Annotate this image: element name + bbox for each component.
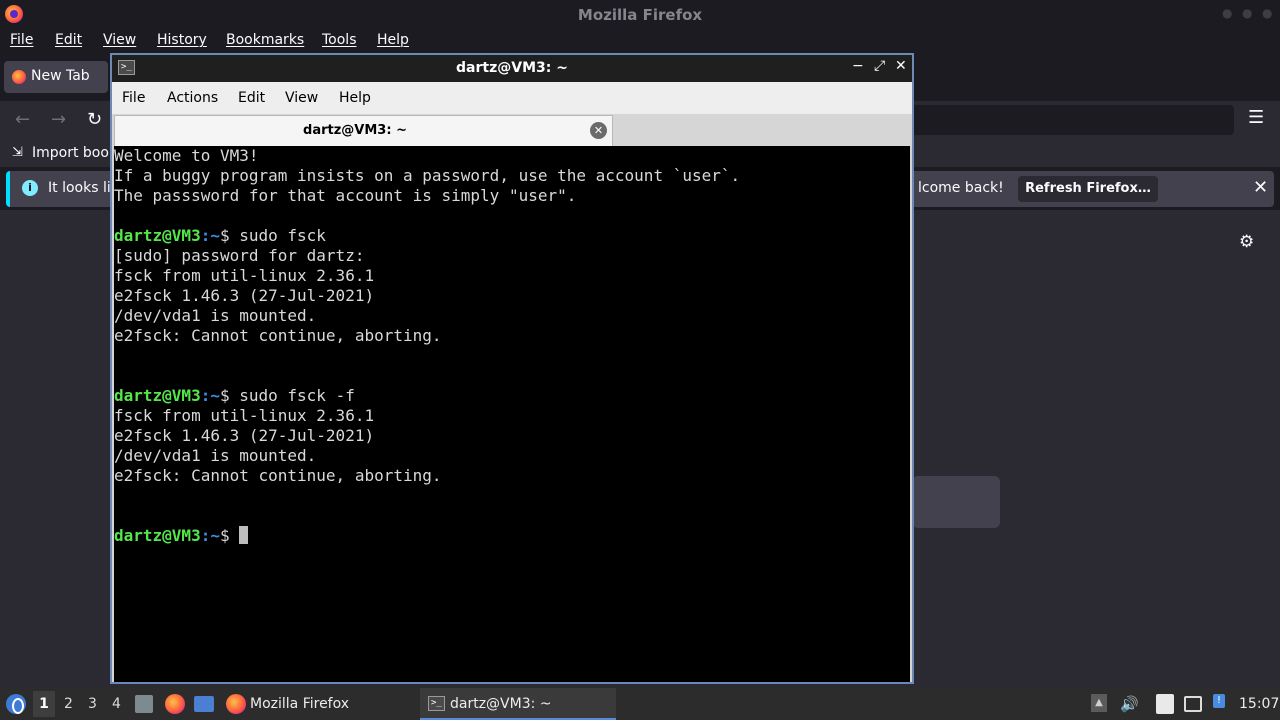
terminal-line: e2fsck 1.46.3 (27-Jul-2021) [114, 286, 375, 305]
menu-edit[interactable]: Edit [55, 32, 82, 48]
prompt-command: $ sudo fsck -f [219, 386, 355, 405]
gear-icon[interactable]: ⚙ [1239, 232, 1254, 252]
workspace-4[interactable]: 4 [112, 696, 121, 712]
firefox-icon[interactable] [165, 694, 185, 714]
file-manager-icon[interactable] [135, 695, 153, 713]
close-icon[interactable]: ✕ [1253, 177, 1268, 198]
workspace-1[interactable]: 1 [33, 691, 55, 717]
reload-icon[interactable]: ↻ [87, 109, 102, 130]
terminal-line: /dev/vda1 is mounted. [114, 446, 317, 465]
refresh-firefox-button[interactable]: Refresh Firefox… [1018, 176, 1158, 202]
terminal-menubar: File Actions Edit View Help [112, 82, 912, 114]
start-menu-icon[interactable] [6, 694, 26, 714]
maximize-icon[interactable]: ⤢ [874, 58, 885, 74]
prompt-command: $ sudo fsck [219, 226, 326, 245]
prompt-user: dartz@VM3 [114, 226, 201, 245]
terminal-line: e2fsck: Cannot continue, aborting. [114, 466, 442, 485]
back-arrow-icon[interactable]: ← [15, 109, 30, 130]
notice-text: It looks lik [48, 180, 119, 196]
menu-help[interactable]: Help [377, 32, 409, 48]
terminal-tabbar: dartz@VM3: ~ ✕ [112, 114, 912, 146]
menu-view[interactable]: View [285, 90, 318, 106]
terminal-line: The passsword for that account is simply… [114, 186, 577, 205]
terminal-screen[interactable]: Welcome to VM3! If a buggy program insist… [114, 146, 910, 682]
notice-welcome-text: lcome back! [918, 180, 1004, 196]
menu-history[interactable]: History [157, 32, 207, 48]
terminal-line: Welcome to VM3! [114, 146, 259, 165]
prompt-path: :~ [200, 526, 220, 545]
notification-icon[interactable]: ! [1213, 694, 1225, 708]
terminal-prompt-line: dartz@VM3:~$ sudo fsck [114, 226, 910, 246]
terminal-line: /dev/vda1 is mounted. [114, 306, 317, 325]
terminal-line: fsck from util-linux 2.36.1 [114, 266, 375, 285]
task-firefox[interactable]: Mozilla Firefox [222, 688, 392, 720]
tab-label: New Tab [31, 68, 90, 84]
url-bar[interactable] [910, 105, 1234, 135]
task-label: dartz@VM3: ~ [450, 696, 552, 712]
menu-tools[interactable]: Tools [322, 32, 357, 48]
menu-file[interactable]: File [122, 90, 145, 106]
import-icon: ⇲ [12, 145, 23, 160]
terminal-tab[interactable]: dartz@VM3: ~ ✕ [114, 115, 613, 146]
terminal-icon: >_ [428, 696, 445, 711]
close-icon[interactable]: ● [1262, 6, 1272, 20]
firefox-menubar: File Edit View History Bookmarks Tools H… [0, 30, 1280, 53]
menu-edit[interactable]: Edit [238, 90, 265, 106]
search-box[interactable] [912, 476, 1000, 528]
forward-arrow-icon[interactable]: → [51, 109, 66, 130]
firefox-window-title: Mozilla Firefox [577, 6, 703, 24]
terminal-line: e2fsck: Cannot continue, aborting. [114, 326, 442, 345]
text-cursor [239, 526, 249, 544]
hamburger-menu-icon[interactable]: ☰ [1248, 107, 1264, 128]
firefox-icon [226, 694, 246, 714]
import-bookmarks-link[interactable]: Import book [32, 145, 117, 161]
clock[interactable]: 15:07 [1239, 696, 1279, 712]
menu-view[interactable]: View [103, 32, 136, 48]
workspace-3[interactable]: 3 [88, 696, 97, 712]
prompt-user: dartz@VM3 [114, 526, 201, 545]
network-icon[interactable] [1184, 696, 1202, 712]
terminal-line: fsck from util-linux 2.36.1 [114, 406, 375, 425]
menu-actions[interactable]: Actions [167, 90, 218, 106]
firefox-tab-icon [12, 70, 26, 84]
terminal-prompt-line: dartz@VM3:~$ sudo fsck -f [114, 386, 910, 406]
menu-bookmarks[interactable]: Bookmarks [226, 32, 304, 48]
terminal-tab-label: dartz@VM3: ~ [303, 123, 407, 138]
close-icon[interactable]: ✕ [590, 122, 607, 139]
prompt-user: dartz@VM3 [114, 386, 201, 405]
volume-icon[interactable]: 🔊 [1120, 695, 1139, 713]
terminal-line: [sudo] password for dartz: [114, 246, 365, 265]
firefox-titlebar: Mozilla Firefox ● ● ● [0, 0, 1280, 30]
prompt-command: $ [219, 526, 240, 545]
terminal-prompt-line: dartz@VM3:~$ [114, 526, 910, 546]
minimize-icon[interactable]: ● [1222, 6, 1232, 20]
terminal-line: If a buggy program insists on a password… [114, 166, 741, 185]
minimize-icon[interactable]: − [852, 58, 864, 74]
terminal-titlebar[interactable]: >_ dartz@VM3: ~ − ⤢ ✕ [112, 55, 912, 82]
tray-expand-icon[interactable]: ▲ [1091, 694, 1107, 712]
info-icon: i [22, 180, 38, 196]
task-label: Mozilla Firefox [250, 696, 350, 712]
taskbar: 1 2 3 4 Mozilla Firefox >_ dartz@VM3: ~ … [0, 688, 1280, 720]
clipboard-icon[interactable] [1156, 694, 1174, 714]
maximize-icon[interactable]: ● [1242, 6, 1252, 20]
prompt-path: :~ [200, 386, 220, 405]
close-icon[interactable]: ✕ [895, 58, 907, 74]
terminal-window: >_ dartz@VM3: ~ − ⤢ ✕ File Actions Edit … [110, 53, 914, 684]
menu-file[interactable]: File [10, 32, 33, 48]
terminal-output: Welcome to VM3! If a buggy program insist… [114, 146, 910, 546]
terminal-line: e2fsck 1.46.3 (27-Jul-2021) [114, 426, 375, 445]
folder-icon[interactable] [194, 696, 214, 712]
prompt-path: :~ [200, 226, 220, 245]
workspace-2[interactable]: 2 [64, 696, 73, 712]
terminal-window-title: dartz@VM3: ~ [456, 60, 568, 76]
task-terminal[interactable]: >_ dartz@VM3: ~ [420, 688, 616, 720]
menu-help[interactable]: Help [339, 90, 371, 106]
tab-new-tab[interactable]: New Tab [4, 61, 108, 93]
